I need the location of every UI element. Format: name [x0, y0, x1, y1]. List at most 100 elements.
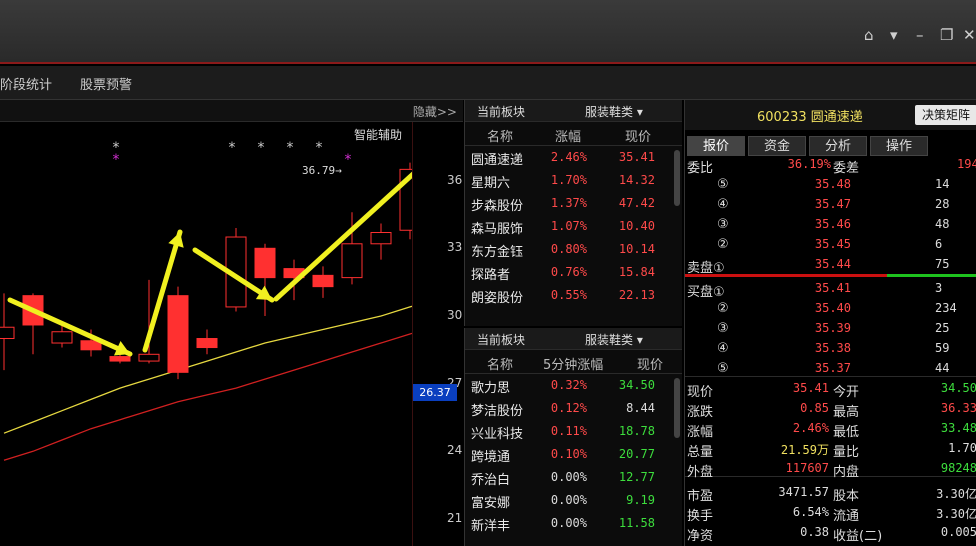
- candle-body: [167, 295, 189, 373]
- table-row[interactable]: 梦洁股份 0.12% 8.44: [465, 397, 682, 420]
- stock-name: 新洋丰: [471, 519, 511, 534]
- stock-name: 乔治白: [471, 473, 511, 488]
- stat-value: 2.46%: [792, 421, 829, 435]
- table-row[interactable]: 跨境通 0.10% 20.77: [465, 443, 682, 466]
- level-price: 35.40: [814, 301, 851, 315]
- stat-row: 总量 21.59万 量比 1.70: [685, 440, 976, 460]
- menu-stage-stats[interactable]: 阶段统计: [0, 74, 52, 93]
- sell-level-row[interactable]: ⑤ 35.48 14: [685, 176, 976, 196]
- stock-price: 15.84: [618, 265, 655, 279]
- stock-price: 11.58: [618, 516, 655, 530]
- buy-level-row[interactable]: ⑤ 35.37 44: [685, 360, 976, 380]
- level-price: 35.39: [814, 321, 851, 335]
- stat-label: 量比: [833, 445, 860, 460]
- level-label: ⑤: [717, 177, 729, 192]
- weicha-value: 194: [957, 157, 976, 171]
- sector-scrollbar[interactable]: [674, 378, 680, 438]
- table-row[interactable]: 星期六 1.70% 14.32: [465, 169, 682, 192]
- level-price: 35.38: [814, 341, 851, 355]
- sector-select[interactable]: 服装鞋类 ▾: [585, 103, 643, 120]
- table-row[interactable]: 新洋丰 0.00% 11.58: [465, 512, 682, 535]
- tab-fund[interactable]: 资金: [748, 136, 806, 156]
- candle-body: [138, 353, 160, 362]
- col-price[interactable]: 现价: [637, 354, 663, 373]
- minimize-icon[interactable]: –: [916, 26, 924, 44]
- stock-change: 0.80%: [550, 242, 587, 256]
- stock-change: 0.76%: [550, 265, 587, 279]
- col-price[interactable]: 现价: [625, 126, 651, 145]
- sell-level-row[interactable]: ③ 35.46 48: [685, 216, 976, 236]
- col-name[interactable]: 名称: [487, 354, 513, 373]
- close-icon[interactable]: ✕: [963, 26, 976, 44]
- buy-level-row[interactable]: 买盘① 35.41 3: [685, 280, 976, 300]
- buy-level-row[interactable]: ④ 35.38 59: [685, 340, 976, 360]
- menu-down-icon[interactable]: ▾: [890, 26, 898, 44]
- table-row[interactable]: 探路者 0.76% 15.84: [465, 261, 682, 284]
- sell-level-row[interactable]: ② 35.45 6: [685, 236, 976, 256]
- col-5min-change[interactable]: 5分钟涨幅: [543, 354, 603, 373]
- stat-label: 换手: [687, 509, 714, 524]
- table-row[interactable]: 乔治白 0.00% 12.77: [465, 466, 682, 489]
- hide-panel-link[interactable]: 隐藏>>: [413, 103, 457, 120]
- stock-price: 20.77: [618, 447, 655, 461]
- sector-scrollbar[interactable]: [674, 150, 680, 206]
- stat-label: 现价: [687, 385, 714, 400]
- table-row[interactable]: 东方金钰 0.80% 10.14: [465, 238, 682, 261]
- tab-operate[interactable]: 操作: [870, 136, 928, 156]
- chart-header: 隐藏>>: [0, 100, 463, 122]
- decision-matrix-button[interactable]: 决策矩阵: [915, 105, 976, 125]
- table-row[interactable]: 兴业科技 0.11% 18.78: [465, 420, 682, 443]
- col-name[interactable]: 名称: [487, 126, 513, 145]
- stat-value: 117607: [785, 461, 829, 475]
- sector-select[interactable]: 服装鞋类 ▾: [585, 331, 643, 348]
- level-volume: 14: [935, 177, 950, 191]
- tab-analysis[interactable]: 分析: [809, 136, 867, 156]
- restore-icon[interactable]: ❐: [940, 26, 953, 44]
- purple-star-marker: *: [112, 152, 120, 168]
- stock-change: 0.12%: [550, 401, 587, 415]
- sell-level-row[interactable]: ④ 35.47 28: [685, 196, 976, 216]
- purple-star-marker: *: [344, 152, 352, 168]
- level-price: 35.48: [814, 177, 851, 191]
- stock-price: 35.41: [618, 150, 655, 164]
- sector-title: 当前板块: [477, 333, 526, 347]
- menu-stock-alert[interactable]: 股票预警: [80, 74, 132, 93]
- stat-value: 3.30亿: [936, 487, 976, 501]
- table-row[interactable]: 朗姿股份 0.55% 22.13: [465, 284, 682, 307]
- table-row[interactable]: 歌力思 0.32% 34.50: [465, 374, 682, 397]
- level-label: ③: [717, 217, 729, 232]
- sell-level-row[interactable]: 卖盘① 35.44 75: [685, 256, 976, 276]
- stat-row: 外盘 117607 内盘 98248: [685, 460, 976, 480]
- kline-chart[interactable]: 隐藏>> 智能辅助 * * * * * * * 36.79→ 36 33 30 27 24 21 26.…: [0, 100, 463, 546]
- level-price: 35.47: [814, 197, 851, 211]
- home-icon[interactable]: ⌂: [864, 26, 874, 44]
- stat-label: 最高: [833, 405, 860, 420]
- col-change[interactable]: 涨幅: [555, 126, 581, 145]
- stock-name: 兴业科技: [471, 427, 524, 442]
- stock-name: 梦洁股份: [471, 404, 524, 419]
- table-row[interactable]: 森马服饰 1.07% 10.40: [465, 215, 682, 238]
- stat-label: 外盘: [687, 465, 714, 480]
- stat-label: 股本: [833, 489, 860, 504]
- stock-change: 2.46%: [550, 150, 587, 164]
- table-row[interactable]: 富安娜 0.00% 9.19: [465, 489, 682, 512]
- stock-name: 圆通速递: [471, 153, 524, 168]
- stat-row: 换手 6.54% 流通 3.30亿: [685, 504, 976, 524]
- stock-code-name: 600233 圆通速递: [757, 110, 863, 125]
- kline-plot[interactable]: * * * * ** *36.79→: [0, 122, 412, 546]
- stock-change: 0.32%: [550, 378, 587, 392]
- stat-value: 0.85: [800, 401, 829, 415]
- title-bar: ⌂ ▾ – ❐ ✕: [0, 0, 976, 64]
- level-label: ⑤: [717, 361, 729, 376]
- weicha-label: 委差: [833, 161, 860, 176]
- table-row[interactable]: 步森股份 1.37% 47.42: [465, 192, 682, 215]
- tab-quote[interactable]: 报价: [687, 136, 745, 156]
- buy-level-row[interactable]: ③ 35.39 25: [685, 320, 976, 340]
- stat-label: 今开: [833, 385, 860, 400]
- candle-body: [196, 338, 218, 349]
- level-label: ②: [717, 301, 729, 316]
- buy-level-row[interactable]: ② 35.40 234: [685, 300, 976, 320]
- stock-price: 47.42: [618, 196, 655, 210]
- ma-line-yellow: [3, 305, 412, 434]
- table-row[interactable]: 圆通速递 2.46% 35.41: [465, 146, 682, 169]
